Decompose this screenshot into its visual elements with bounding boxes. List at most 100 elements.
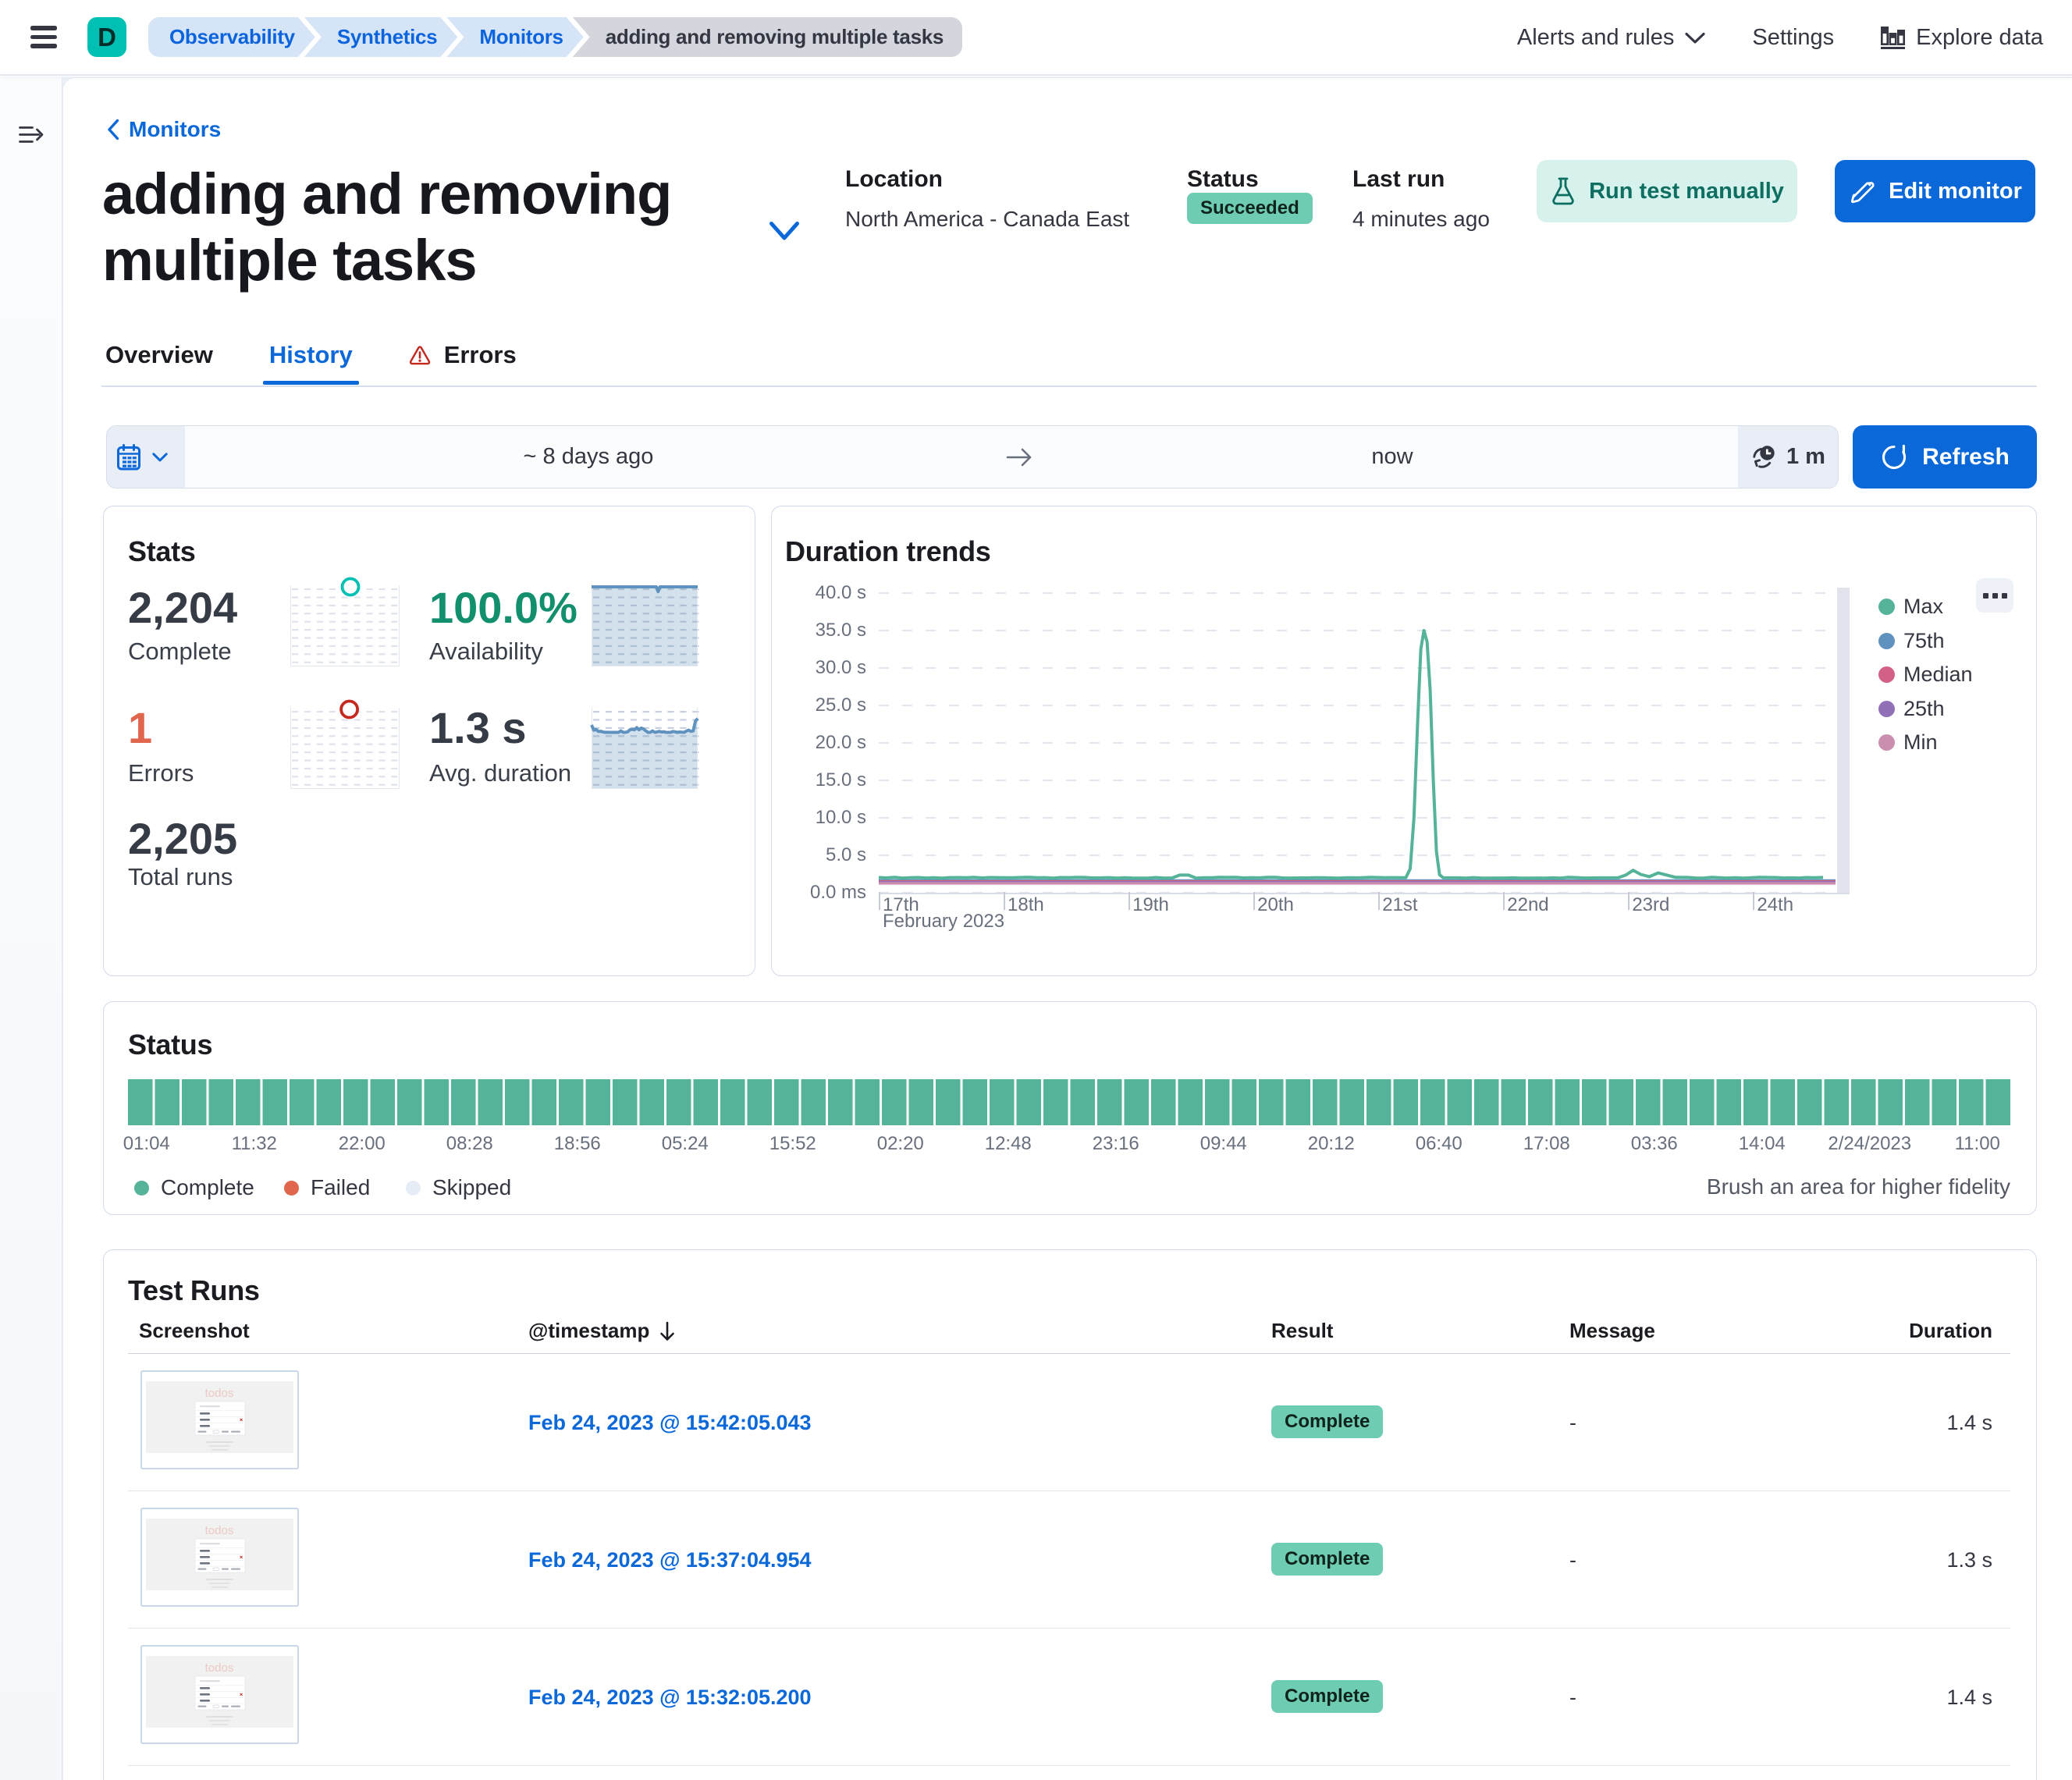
status-x-tick-label: 18:56	[531, 1133, 624, 1155]
chart-options-button[interactable]	[1976, 578, 2013, 613]
timestamp-link[interactable]: Feb 24, 2023 @ 15:32:05.200	[528, 1686, 812, 1710]
legend-label: 25th	[1903, 697, 1945, 721]
tab-overview[interactable]: Overview	[105, 341, 213, 385]
legend-dot	[1878, 701, 1895, 717]
duration-y-tick-label: 30.0 s	[804, 657, 866, 679]
project-logo[interactable]: D	[87, 17, 126, 57]
duration-x-tick	[1004, 892, 1007, 910]
options-dot	[1992, 593, 1998, 599]
duration-cell: 1.3 s	[1946, 1548, 1992, 1572]
legend-dot	[1878, 633, 1895, 649]
column-header-result[interactable]: Result	[1271, 1319, 1333, 1343]
date-range-end-value: now	[1371, 444, 1413, 470]
refresh-icon	[1880, 442, 1910, 472]
breadcrumb-label: Observability	[169, 25, 295, 48]
monitor-select-chevron[interactable]	[769, 221, 800, 242]
failed-legend-dot	[284, 1181, 299, 1196]
screenshot-thumbnail[interactable]: todos	[140, 1508, 299, 1607]
calendar-icon	[117, 444, 140, 471]
status-x-tick-label: 05:24	[638, 1133, 732, 1155]
column-header-message[interactable]: Message	[1569, 1319, 1655, 1343]
breadcrumb-synthetics[interactable]: Synthetics	[304, 17, 458, 57]
test-runs-title: Test Runs	[128, 1274, 260, 1307]
duration-y-tick-label: 15.0 s	[804, 769, 866, 791]
arrow-right-icon	[1006, 447, 1032, 467]
duration-legend-item[interactable]: 75th	[1878, 629, 1945, 653]
menu-icon[interactable]	[30, 26, 57, 49]
column-header-timestamp[interactable]: @timestamp	[528, 1319, 676, 1343]
explore-data-menu[interactable]: Explore data	[1881, 25, 2043, 51]
expand-sidebar-button[interactable]	[19, 126, 44, 144]
duration-cell: 1.4 s	[1946, 1686, 1992, 1710]
stat-total-runs-label: Total runs	[128, 863, 233, 891]
alerts-and-rules-menu[interactable]: Alerts and rules	[1517, 25, 1706, 51]
column-header-screenshot[interactable]: Screenshot	[139, 1319, 250, 1343]
duration-x-tick-label: 18th	[1008, 894, 1044, 916]
date-picker-calendar-button[interactable]	[107, 426, 185, 488]
edit-monitor-button[interactable]: Edit monitor	[1835, 160, 2035, 222]
settings-menu[interactable]: Settings	[1752, 25, 1834, 51]
complete-sparkline-chart	[290, 585, 400, 666]
date-range-arrow	[992, 426, 1047, 488]
run-test-label: Run test manually	[1589, 179, 1784, 204]
refresh-interval-button[interactable]: 1 m	[1738, 426, 1838, 488]
tabs-divider	[101, 385, 2037, 387]
status-x-tick-label: 08:28	[423, 1133, 517, 1155]
status-x-tick-label: 11:00	[1931, 1133, 2024, 1155]
settings-label: Settings	[1752, 25, 1834, 51]
tab-history[interactable]: History	[269, 341, 353, 385]
screenshot-thumbnail[interactable]: todos	[140, 1645, 299, 1744]
column-header-duration[interactable]: Duration	[1909, 1319, 1992, 1343]
location-label: Location	[845, 166, 1129, 193]
skipped-legend-label: Skipped	[432, 1175, 511, 1200]
status-legend-complete[interactable]: Complete	[134, 1175, 254, 1200]
stat-availability-value: 100.0%	[429, 586, 578, 630]
tab-errors[interactable]: Errors	[409, 341, 517, 385]
message-cell: -	[1569, 1548, 1576, 1572]
status-legend-failed[interactable]: Failed	[284, 1175, 370, 1200]
legend-label: 75th	[1903, 629, 1945, 653]
chevron-down-icon	[769, 221, 800, 242]
screenshot-thumbnail[interactable]: todos	[140, 1370, 299, 1469]
duration-legend-item[interactable]: Min	[1878, 730, 1938, 755]
sort-descending-icon	[659, 1321, 676, 1341]
table-row-divider	[128, 1628, 2010, 1629]
stat-total-runs-value: 2,205	[128, 817, 237, 861]
duration-y-tick-label: 0.0 ms	[804, 882, 866, 904]
project-logo-letter: D	[98, 23, 116, 52]
duration-legend-item[interactable]: Median	[1878, 663, 1973, 687]
timestamp-header-label: @timestamp	[528, 1319, 649, 1343]
duration-trends-chart[interactable]	[877, 585, 1850, 897]
breadcrumb-label: Synthetics	[337, 25, 438, 48]
date-range-picker: ~ 8 days ago now 1 m	[106, 425, 1839, 489]
explore-data-icon	[1881, 27, 1905, 49]
skipped-legend-dot	[406, 1181, 421, 1196]
date-range-end[interactable]: now	[1047, 426, 1738, 488]
message-cell: -	[1569, 1411, 1576, 1435]
duration-legend-item[interactable]: 25th	[1878, 697, 1945, 721]
duration-x-tick	[1378, 892, 1381, 910]
timestamp-link[interactable]: Feb 24, 2023 @ 15:42:05.043	[528, 1411, 812, 1435]
location-value: North America - Canada East	[845, 206, 1129, 233]
date-range-start[interactable]: ~ 8 days ago	[185, 426, 992, 488]
duration-y-tick-label: 35.0 s	[804, 620, 866, 641]
table-row-divider	[128, 1765, 2010, 1766]
options-dot	[1983, 593, 1988, 599]
breadcrumb-observability[interactable]: Observability	[148, 17, 315, 57]
back-to-monitors-link[interactable]: Monitors	[107, 117, 221, 142]
status-badge: Succeeded	[1187, 193, 1313, 224]
duration-x-tick	[879, 892, 882, 910]
refresh-button[interactable]: Refresh	[1853, 425, 2037, 489]
timestamp-link[interactable]: Feb 24, 2023 @ 15:37:04.954	[528, 1548, 812, 1572]
breadcrumb-monitors[interactable]: Monitors	[446, 17, 583, 57]
status-legend-skipped[interactable]: Skipped	[406, 1175, 511, 1200]
result-badge: Complete	[1271, 1680, 1383, 1713]
duration-legend-item[interactable]: Max	[1878, 595, 1943, 619]
complete-legend-dot	[134, 1181, 149, 1196]
status-history-chart[interactable]	[128, 1079, 2010, 1125]
duration-y-tick-label: 20.0 s	[804, 732, 866, 754]
availability-sparkline-chart	[592, 585, 698, 666]
run-test-manually-button[interactable]: Run test manually	[1537, 160, 1797, 222]
breadcrumb-current-page[interactable]: adding and removing multiple tasks	[573, 17, 962, 57]
status-x-tick-label: 20:12	[1285, 1133, 1378, 1155]
